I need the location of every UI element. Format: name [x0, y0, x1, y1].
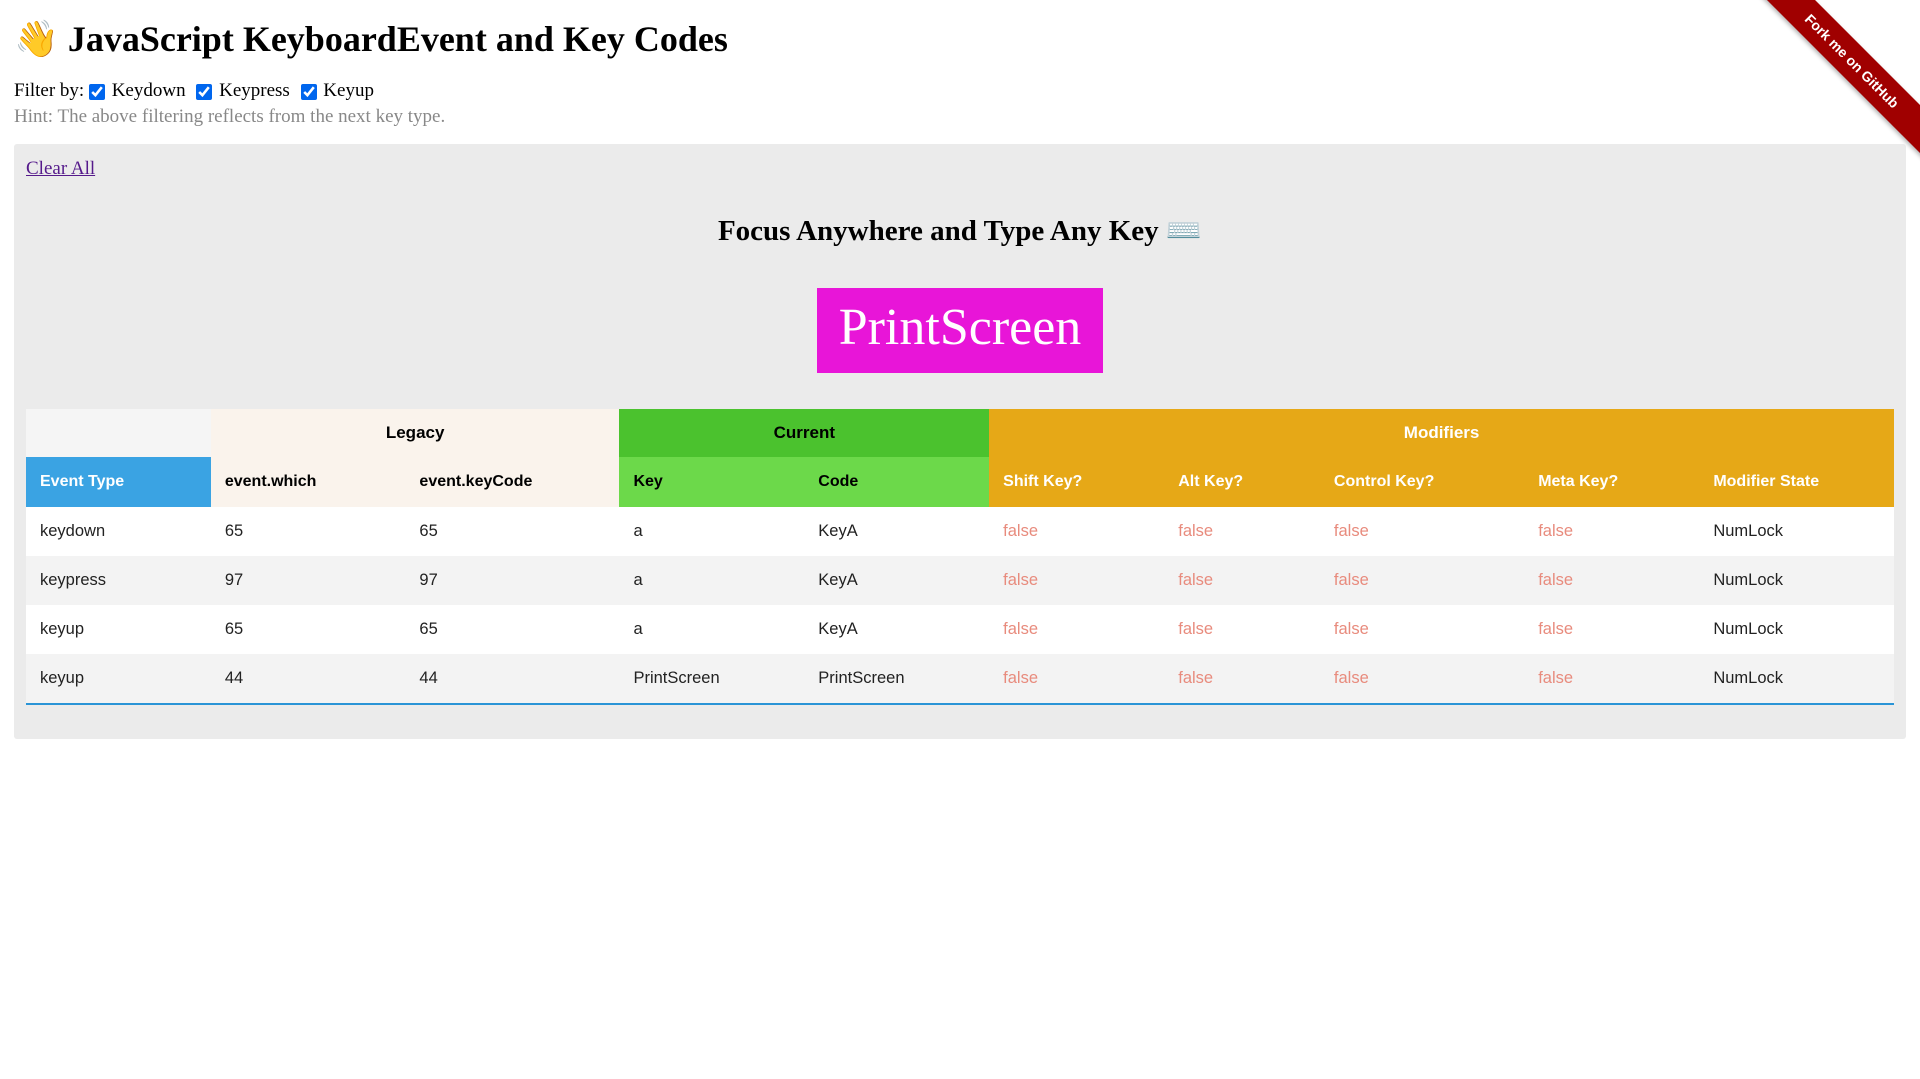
group-legacy: Legacy: [211, 409, 620, 457]
cell-code: KeyA: [804, 605, 989, 654]
cell-keycode: 44: [405, 654, 619, 704]
table-row: keyup4444PrintScreenPrintScreenfalsefals…: [26, 654, 1894, 704]
cell-which: 65: [211, 605, 406, 654]
table-group-row: Legacy Current Modifiers: [26, 409, 1894, 457]
col-modstate: Modifier State: [1699, 457, 1894, 507]
title-text: JavaScript KeyboardEvent and Key Codes: [68, 19, 728, 59]
cell-meta: false: [1524, 654, 1699, 704]
wave-emoji: 👋: [14, 19, 59, 59]
table-header-row: Event Type event.which event.keyCode Key…: [26, 457, 1894, 507]
events-table: Legacy Current Modifiers Event Type even…: [26, 409, 1894, 705]
cell-meta: false: [1524, 556, 1699, 605]
col-keycode: event.keyCode: [405, 457, 619, 507]
cell-alt: false: [1164, 556, 1320, 605]
cell-shift: false: [989, 654, 1164, 704]
cell-modstate: NumLock: [1699, 507, 1894, 556]
cell-alt: false: [1164, 605, 1320, 654]
cell-keycode: 65: [405, 507, 619, 556]
filter-row: Filter by: Keydown Keypress Keyup: [0, 70, 1920, 104]
keypress-checkbox[interactable]: [196, 84, 212, 100]
col-code: Code: [804, 457, 989, 507]
table-row: keyup6565aKeyAfalsefalsefalsefalseNumLoc…: [26, 605, 1894, 654]
focus-heading: Focus Anywhere and Type Any Key ⌨️: [26, 214, 1894, 248]
cell-event: keydown: [26, 507, 211, 556]
table-row: keydown6565aKeyAfalsefalsefalsefalseNumL…: [26, 507, 1894, 556]
col-shift: Shift Key?: [989, 457, 1164, 507]
cell-keycode: 65: [405, 605, 619, 654]
cell-modstate: NumLock: [1699, 556, 1894, 605]
keydown-label: Keydown: [112, 80, 186, 101]
cell-code: KeyA: [804, 556, 989, 605]
keyup-label: Keyup: [323, 80, 374, 101]
cell-key: a: [619, 507, 804, 556]
hint-text: Hint: The above filtering reflects from …: [0, 104, 1920, 136]
github-ribbon[interactable]: Fork me on GitHub: [1740, 0, 1920, 180]
col-key: Key: [619, 457, 804, 507]
cell-modstate: NumLock: [1699, 654, 1894, 704]
cell-event: keyup: [26, 654, 211, 704]
cell-meta: false: [1524, 507, 1699, 556]
col-meta: Meta Key?: [1524, 457, 1699, 507]
cell-ctrl: false: [1320, 654, 1524, 704]
cell-modstate: NumLock: [1699, 605, 1894, 654]
cell-key: PrintScreen: [619, 654, 804, 704]
col-ctrl: Control Key?: [1320, 457, 1524, 507]
key-display-wrap: PrintScreen: [26, 288, 1894, 373]
cell-alt: false: [1164, 507, 1320, 556]
cell-key: a: [619, 556, 804, 605]
ribbon-text: Fork me on GitHub: [1748, 0, 1920, 165]
current-key-display: PrintScreen: [817, 288, 1104, 373]
cell-event: keyup: [26, 605, 211, 654]
cell-which: 97: [211, 556, 406, 605]
cell-event: keypress: [26, 556, 211, 605]
col-alt: Alt Key?: [1164, 457, 1320, 507]
cell-shift: false: [989, 507, 1164, 556]
group-blank: [26, 409, 211, 457]
cell-which: 44: [211, 654, 406, 704]
cell-ctrl: false: [1320, 556, 1524, 605]
cell-which: 65: [211, 507, 406, 556]
cell-ctrl: false: [1320, 507, 1524, 556]
filter-label: Filter by:: [14, 80, 84, 101]
table-row: keypress9797aKeyAfalsefalsefalsefalseNum…: [26, 556, 1894, 605]
group-modifiers: Modifiers: [989, 409, 1894, 457]
keyup-checkbox[interactable]: [301, 84, 317, 100]
col-event-type: Event Type: [26, 457, 211, 507]
page-title: 👋 JavaScript KeyboardEvent and Key Codes: [0, 0, 1920, 70]
col-which: event.which: [211, 457, 406, 507]
clear-all-link[interactable]: Clear All: [26, 158, 95, 179]
group-current: Current: [619, 409, 989, 457]
cell-meta: false: [1524, 605, 1699, 654]
cell-shift: false: [989, 556, 1164, 605]
cell-code: KeyA: [804, 507, 989, 556]
cell-alt: false: [1164, 654, 1320, 704]
keypress-label: Keypress: [219, 80, 290, 101]
cell-shift: false: [989, 605, 1164, 654]
main-panel: Clear All Focus Anywhere and Type Any Ke…: [14, 144, 1906, 739]
cell-keycode: 97: [405, 556, 619, 605]
cell-ctrl: false: [1320, 605, 1524, 654]
cell-code: PrintScreen: [804, 654, 989, 704]
cell-key: a: [619, 605, 804, 654]
table-body: keydown6565aKeyAfalsefalsefalsefalseNumL…: [26, 507, 1894, 704]
keydown-checkbox[interactable]: [89, 84, 105, 100]
